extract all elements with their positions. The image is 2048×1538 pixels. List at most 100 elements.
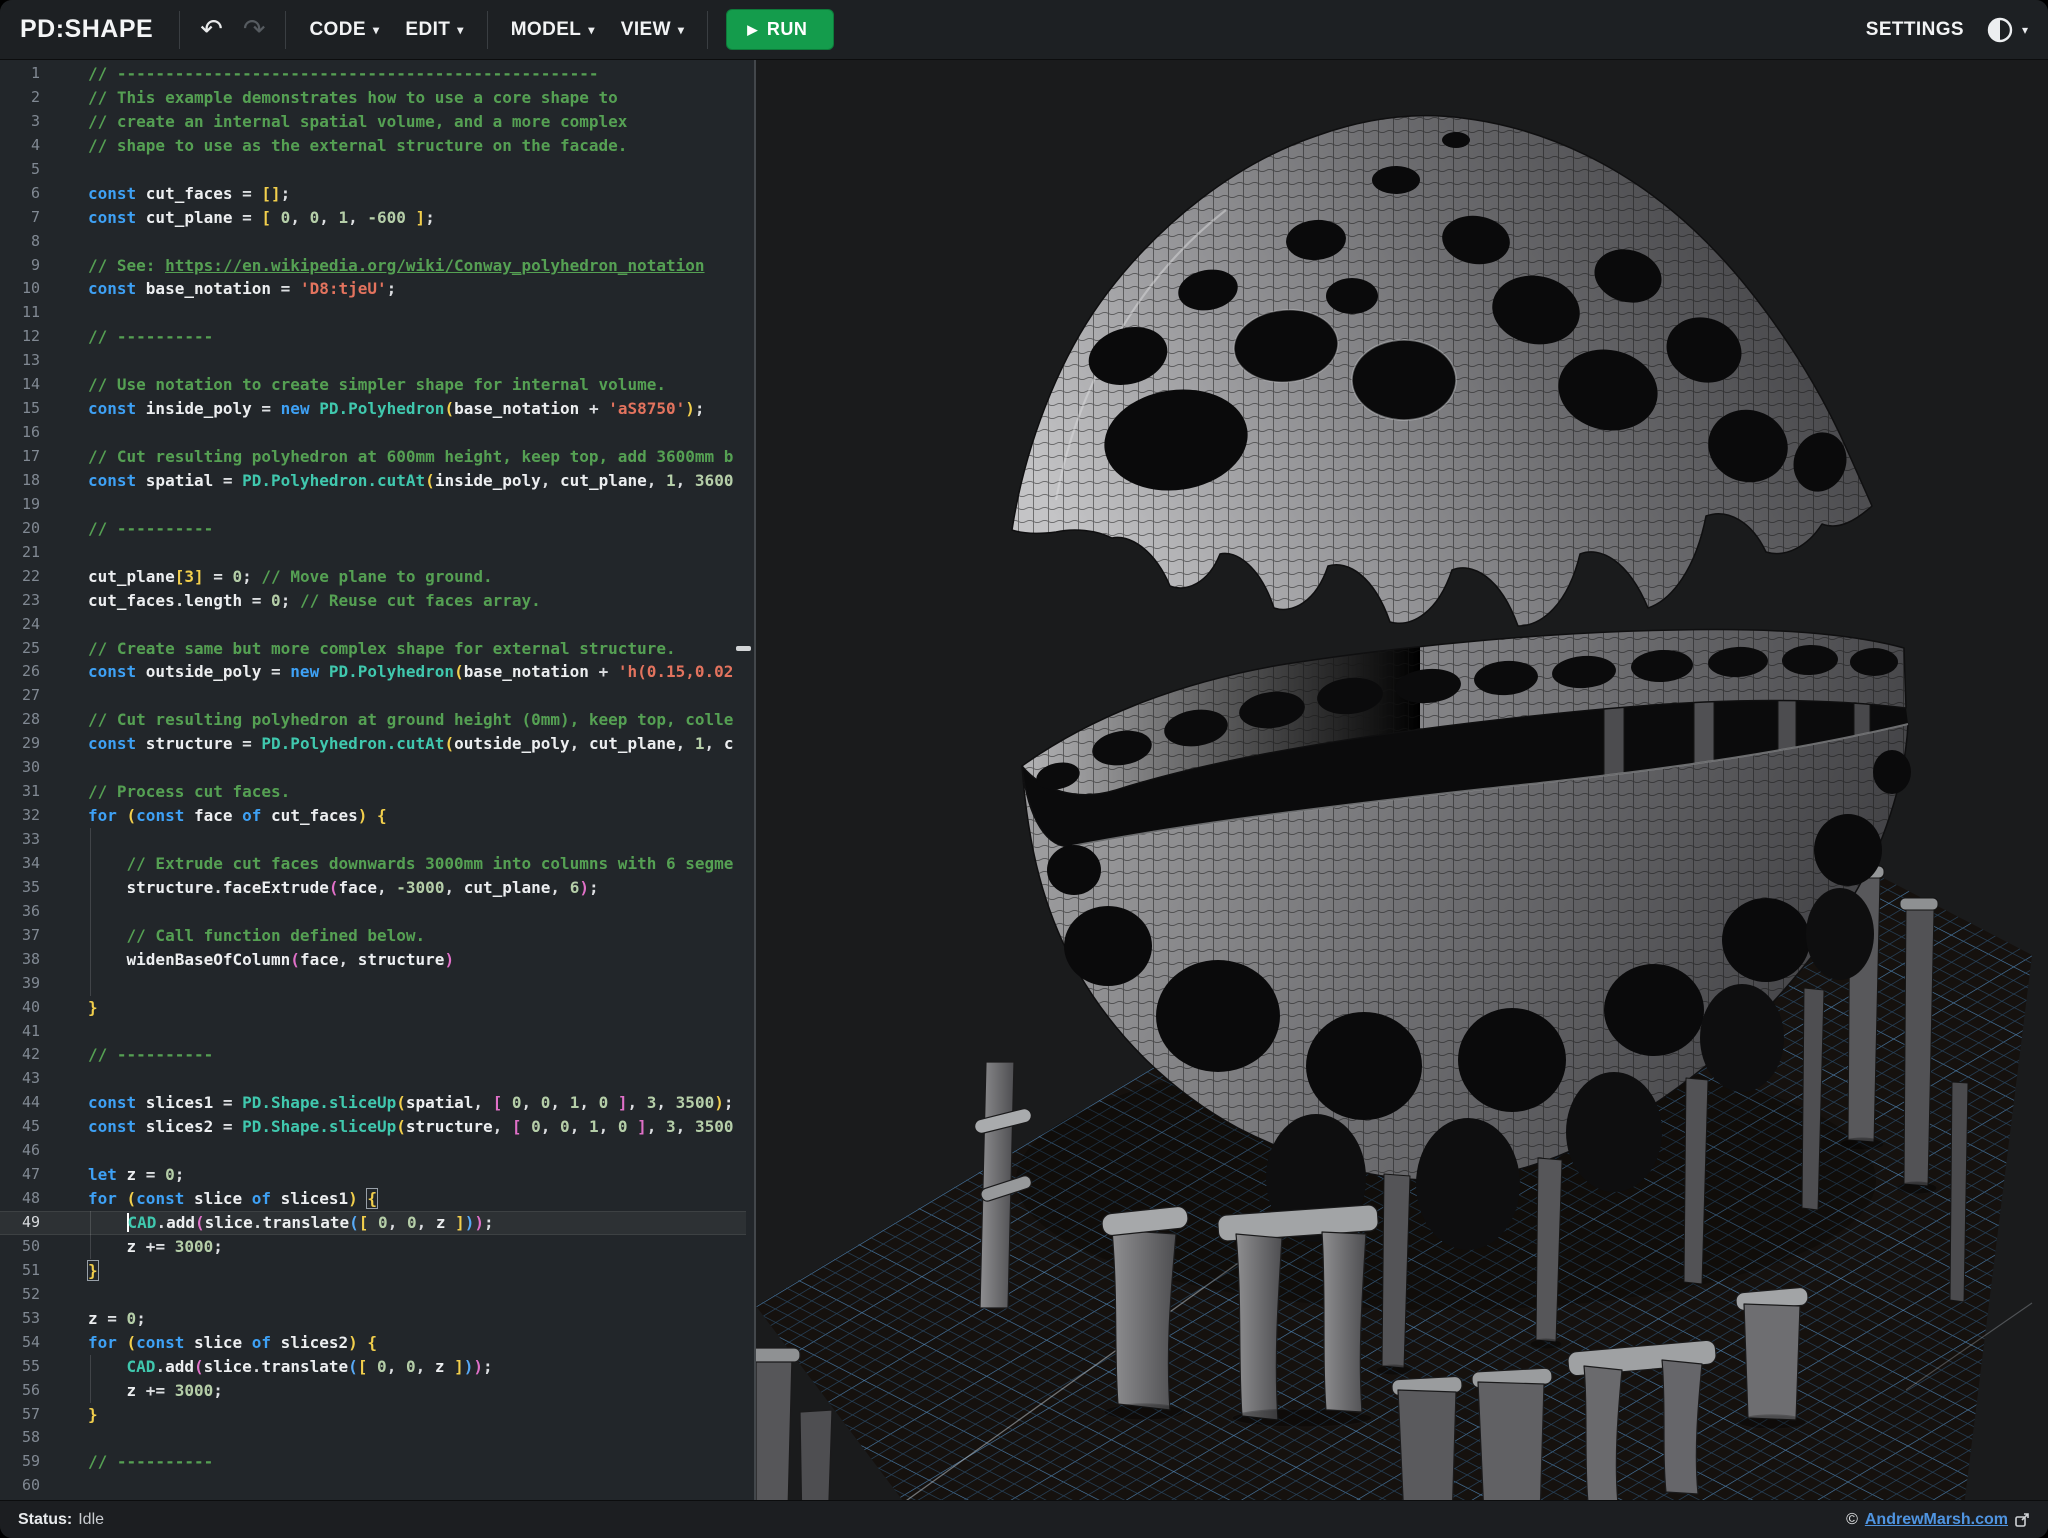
code-line[interactable]: 38 widenBaseOfColumn(face, structure) <box>0 948 746 972</box>
redo-button[interactable]: ↷ <box>233 12 276 47</box>
code-line[interactable]: 14// Use notation to create simpler shap… <box>0 373 746 397</box>
line-content <box>62 349 746 373</box>
code-line[interactable]: 30 <box>0 756 746 780</box>
code-line[interactable]: 50 z += 3000; <box>0 1235 746 1259</box>
line-content <box>62 301 746 325</box>
menu-view[interactable]: VIEW▾ <box>608 11 698 49</box>
code-line[interactable]: 29const structure = PD.Polyhedron.cutAt(… <box>0 732 746 756</box>
code-line[interactable]: 15const inside_poly = new PD.Polyhedron(… <box>0 397 746 421</box>
code-line[interactable]: 7const cut_plane = [ 0, 0, 1, -600 ]; <box>0 206 746 230</box>
line-number: 60 <box>0 1474 62 1498</box>
code-line[interactable]: 48for (const slice of slices1) { <box>0 1187 746 1211</box>
code-line[interactable]: 41 <box>0 1020 746 1044</box>
code-line[interactable]: 21 <box>0 541 746 565</box>
line-number: 17 <box>0 445 62 469</box>
line-number: 14 <box>0 373 62 397</box>
menu-edit[interactable]: EDIT▾ <box>392 11 476 49</box>
code-line[interactable]: 42// ---------- <box>0 1043 746 1067</box>
code-line[interactable]: 23cut_faces.length = 0; // Reuse cut fac… <box>0 589 746 613</box>
code-line[interactable]: 57} <box>0 1403 746 1427</box>
code-line[interactable]: 44const slices1 = PD.Shape.sliceUp(spati… <box>0 1091 746 1115</box>
menu-view-label: VIEW <box>621 19 671 41</box>
code-line[interactable]: 51} <box>0 1259 746 1283</box>
code-line[interactable]: 12// ---------- <box>0 325 746 349</box>
code-line[interactable]: 4// shape to use as the external structu… <box>0 134 746 158</box>
line-number: 35 <box>0 876 62 900</box>
code-line[interactable]: 39 <box>0 972 746 996</box>
line-content: z = 0; <box>62 1307 746 1331</box>
undo-icon: ↶ <box>200 14 223 45</box>
code-line[interactable]: 3// create an internal spatial volume, a… <box>0 110 746 134</box>
code-line[interactable]: 17// Cut resulting polyhedron at 600mm h… <box>0 445 746 469</box>
code-line[interactable]: 28// Cut resulting polyhedron at ground … <box>0 708 746 732</box>
line-number: 56 <box>0 1379 62 1403</box>
code-line[interactable]: 9// See: https://en.wikipedia.org/wiki/C… <box>0 254 746 278</box>
code-line[interactable]: 45const slices2 = PD.Shape.sliceUp(struc… <box>0 1115 746 1139</box>
code-line[interactable]: 31// Process cut faces. <box>0 780 746 804</box>
code-line[interactable]: 35 structure.faceExtrude(face, -3000, cu… <box>0 876 746 900</box>
code-line[interactable]: 8 <box>0 230 746 254</box>
menu-model[interactable]: MODEL▾ <box>498 11 608 49</box>
code-line[interactable]: 40} <box>0 996 746 1020</box>
code-line[interactable]: 10const base_notation = 'D8:tjeU'; <box>0 277 746 301</box>
code-line[interactable]: 6const cut_faces = []; <box>0 182 746 206</box>
code-line[interactable]: 36 <box>0 900 746 924</box>
code-line[interactable]: 54for (const slice of slices2) { <box>0 1331 746 1355</box>
undo-button[interactable]: ↶ <box>190 12 233 47</box>
run-button[interactable]: ▶ RUN <box>726 9 834 50</box>
code-line[interactable]: 1// ------------------------------------… <box>0 62 746 86</box>
code-line[interactable]: 56 z += 3000; <box>0 1379 746 1403</box>
code-line[interactable]: 52 <box>0 1283 746 1307</box>
code-line[interactable]: 19 <box>0 493 746 517</box>
code-line[interactable]: 43 <box>0 1067 746 1091</box>
line-content: } <box>62 996 746 1020</box>
code-line[interactable]: 24 <box>0 613 746 637</box>
line-number: 42 <box>0 1043 62 1067</box>
code-line[interactable]: 27 <box>0 684 746 708</box>
contrast-icon <box>1985 15 2015 45</box>
code-line[interactable]: 49 CAD.add(slice.translate([ 0, 0, z ]))… <box>0 1211 746 1235</box>
code-line[interactable]: 32for (const face of cut_faces) { <box>0 804 746 828</box>
code-line[interactable]: 37 // Call function defined below. <box>0 924 746 948</box>
line-content: // shape to use as the external structur… <box>62 134 746 158</box>
line-content: z += 3000; <box>62 1379 746 1403</box>
scrollbar-marker[interactable] <box>736 646 751 651</box>
app-window: PD:SHAPE ↶ ↷ CODE▾ EDIT▾ MODEL▾ VIEW▾ ▶ … <box>0 0 2048 1538</box>
author-link[interactable]: AndrewMarsh.com <box>1865 1511 2008 1529</box>
line-number: 58 <box>0 1426 62 1450</box>
line-number: 57 <box>0 1403 62 1427</box>
code-line[interactable]: 55 CAD.add(slice.translate([ 0, 0, z ]))… <box>0 1355 746 1379</box>
code-line[interactable]: 59// ---------- <box>0 1450 746 1474</box>
code-line[interactable]: 60 <box>0 1474 746 1498</box>
line-content <box>62 493 746 517</box>
code-line[interactable]: 46 <box>0 1139 746 1163</box>
code-line[interactable]: 2// This example demonstrates how to use… <box>0 86 746 110</box>
settings-button[interactable]: SETTINGS <box>1853 11 1977 49</box>
code-line[interactable]: 20// ---------- <box>0 517 746 541</box>
code-line[interactable]: 11 <box>0 301 746 325</box>
chevron-down-icon: ▾ <box>2022 23 2028 37</box>
code-line[interactable]: 34 // Extrude cut faces downwards 3000mm… <box>0 852 746 876</box>
code-line[interactable]: 5 <box>0 158 746 182</box>
viewport-3d[interactable] <box>756 60 2048 1500</box>
theme-toggle-button[interactable]: ▾ <box>1977 11 2048 49</box>
code-line[interactable]: 26const outside_poly = new PD.Polyhedron… <box>0 660 746 684</box>
code-line[interactable]: 33 <box>0 828 746 852</box>
line-number: 6 <box>0 182 62 206</box>
code-line[interactable]: 58 <box>0 1426 746 1450</box>
code-editor-panel[interactable]: 1// ------------------------------------… <box>0 60 756 1500</box>
code-lines: 1// ------------------------------------… <box>0 62 746 1500</box>
code-line[interactable]: 47let z = 0; <box>0 1163 746 1187</box>
code-line[interactable]: 53z = 0; <box>0 1307 746 1331</box>
code-line[interactable]: 25// Create same but more complex shape … <box>0 637 746 661</box>
code-line[interactable]: 22cut_plane[3] = 0; // Move plane to gro… <box>0 565 746 589</box>
line-content: // ---------- <box>62 1450 746 1474</box>
line-content: // create an internal spatial volume, an… <box>62 110 746 134</box>
line-number: 5 <box>0 158 62 182</box>
code-line[interactable]: 16 <box>0 421 746 445</box>
code-line[interactable]: 18const spatial = PD.Polyhedron.cutAt(in… <box>0 469 746 493</box>
code-line[interactable]: 13 <box>0 349 746 373</box>
toolbar-separator <box>487 11 488 49</box>
line-content: // Use notation to create simpler shape … <box>62 373 746 397</box>
menu-code[interactable]: CODE▾ <box>296 11 392 49</box>
